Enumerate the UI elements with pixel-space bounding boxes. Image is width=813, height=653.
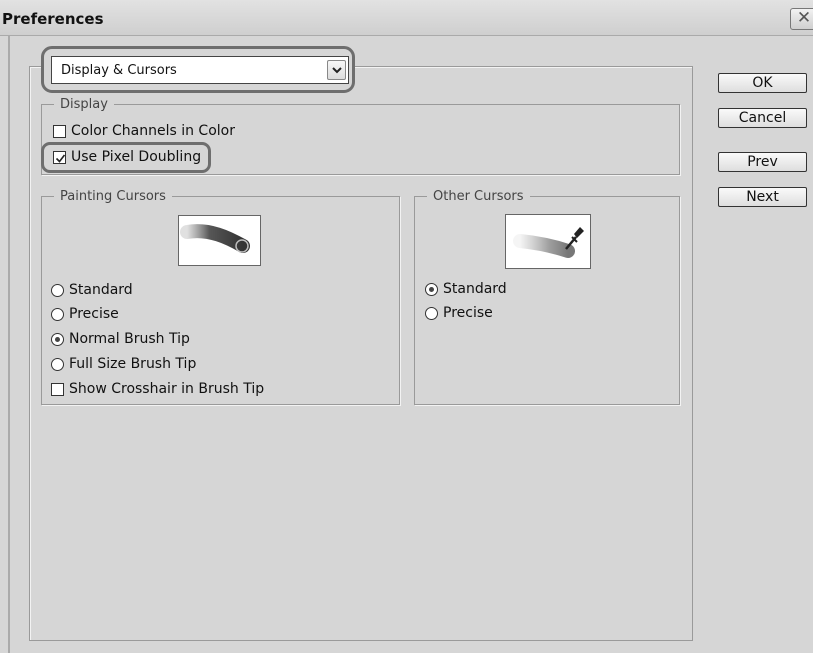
preferences-dialog: Preferences ✕ Display & Cursors Display … (0, 0, 813, 653)
pixel-doubling-checkbox[interactable] (53, 150, 66, 164)
category-select[interactable]: Display & Cursors (51, 56, 349, 84)
color-channels-checkbox-row[interactable]: Color Channels in Color (53, 122, 235, 140)
crosshair-checkbox[interactable] (51, 382, 64, 396)
painting-precise-radio-row[interactable]: Precise (51, 305, 119, 323)
close-icon[interactable]: ✕ (790, 8, 813, 30)
cancel-button[interactable]: Cancel (718, 108, 807, 128)
crosshair-label: Show Crosshair in Brush Tip (69, 381, 265, 397)
crosshair-checkbox-row[interactable]: Show Crosshair in Brush Tip (51, 380, 264, 398)
other-standard-radio-row[interactable]: Standard (425, 280, 507, 298)
title-bar: Preferences ✕ (0, 0, 813, 36)
prev-button[interactable]: Prev (718, 152, 807, 172)
painting-precise-label: Precise (69, 306, 119, 322)
color-channels-checkbox[interactable] (53, 124, 66, 138)
painting-precise-radio[interactable] (51, 307, 64, 321)
other-standard-label: Standard (443, 281, 507, 297)
painting-normal-brush-tip-radio-row[interactable]: Normal Brush Tip (51, 330, 190, 348)
painting-standard-label: Standard (69, 282, 133, 298)
painting-normal-brush-tip-label: Normal Brush Tip (69, 331, 190, 347)
eyedropper-icon (505, 214, 591, 269)
chevron-down-icon[interactable] (327, 60, 346, 80)
pixel-doubling-label: Use Pixel Doubling (71, 149, 202, 165)
display-group-legend: Display (60, 97, 108, 112)
painting-standard-radio-row[interactable]: Standard (51, 281, 133, 299)
checkmark-icon (55, 154, 66, 163)
next-button[interactable]: Next (718, 187, 807, 207)
brush-tip-cursor-icon (178, 215, 261, 266)
other-precise-radio-row[interactable]: Precise (425, 304, 493, 322)
painting-full-size-brush-tip-radio[interactable] (51, 357, 64, 371)
ok-button[interactable]: OK (718, 73, 807, 93)
other-precise-radio[interactable] (425, 306, 438, 320)
pixel-doubling-checkbox-row[interactable]: Use Pixel Doubling (53, 148, 201, 166)
other-standard-radio[interactable] (425, 282, 438, 296)
painting-normal-brush-tip-radio[interactable] (51, 332, 64, 346)
color-channels-label: Color Channels in Color (71, 123, 235, 139)
other-precise-label: Precise (443, 305, 493, 321)
painting-cursors-legend: Painting Cursors (60, 189, 166, 204)
window-left-edge (8, 36, 10, 653)
painting-full-size-brush-tip-label: Full Size Brush Tip (69, 356, 197, 372)
other-cursors-legend: Other Cursors (433, 189, 524, 204)
category-select-value: Display & Cursors (61, 63, 177, 78)
painting-standard-radio[interactable] (51, 283, 64, 297)
window-title: Preferences (2, 10, 104, 28)
painting-full-size-brush-tip-radio-row[interactable]: Full Size Brush Tip (51, 355, 196, 373)
